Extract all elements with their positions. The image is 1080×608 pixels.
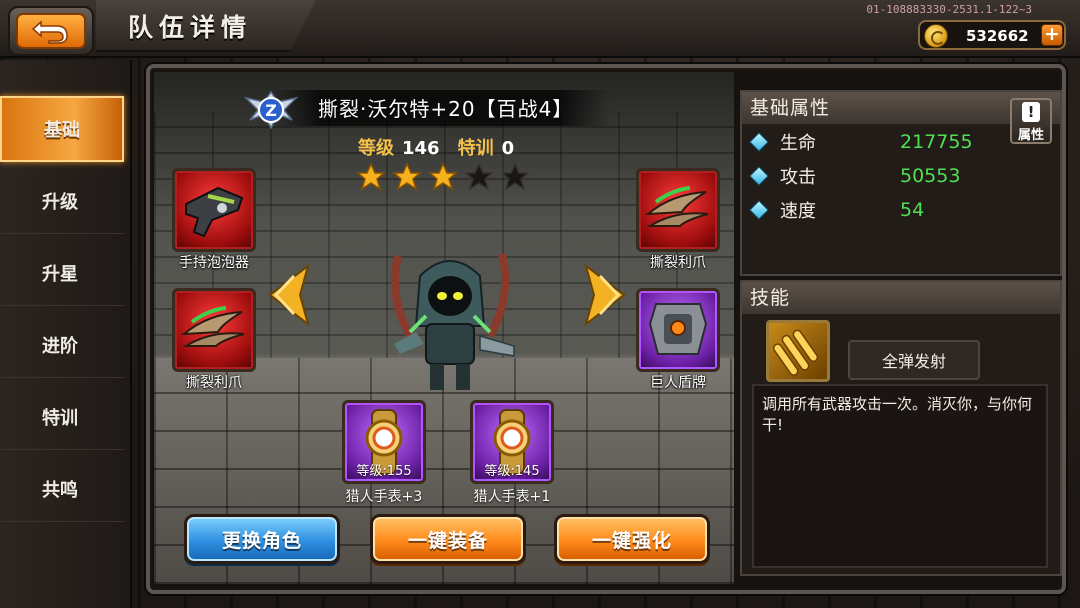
skill-title: 技能 [742, 282, 1060, 314]
coin-icon [924, 24, 948, 48]
star-empty-icon [500, 162, 530, 191]
claw-icon [181, 306, 245, 347]
sidebar-item-label: 共鸣 [42, 479, 78, 501]
training-label: 特训 [457, 138, 494, 159]
accessory-slot-2[interactable]: 等级:145 猎人手表+1 [470, 400, 554, 505]
claw-icon [645, 186, 709, 227]
back-button[interactable] [8, 6, 94, 56]
build-id: 01-108883330-2531.1-122~3 [866, 3, 1032, 16]
rank-badge-icon: Z [244, 90, 298, 130]
bullets-icon [772, 329, 819, 376]
change-role-button[interactable]: 更换角色 [184, 514, 340, 564]
sidebar-item-resonance[interactable]: 共鸣 [0, 456, 124, 522]
sidebar-item-label: 升星 [42, 263, 78, 285]
equip-label: 巨人盾牌 [650, 375, 706, 391]
gold-amount: 532662 [966, 27, 1029, 45]
skill-description-box: 调用所有武器攻击一次。消灭你，与你何干! [752, 384, 1048, 568]
skill-panel: 技能 全弹发射 调用所有武器攻击一次。消灭你，与你何干! [740, 280, 1062, 576]
equip-slot-right-bottom[interactable]: 巨人盾牌 [636, 288, 720, 391]
hero-character [390, 253, 515, 390]
stat-row-attack: 攻击 50553 [749, 162, 1052, 190]
equip-slot-left-top[interactable]: 手持泡泡器 [172, 168, 256, 271]
rank-letter: Z [265, 101, 277, 120]
accessory-label: 猎人手表+1 [473, 489, 551, 505]
next-hero-arrow-icon[interactable] [580, 264, 630, 326]
sidebar-item-label: 特训 [42, 407, 78, 429]
gold-counter: 532662 + [918, 20, 1066, 50]
diamond-bullet-icon [749, 166, 769, 186]
equip-label: 手持泡泡器 [179, 255, 249, 271]
sidebar-item-upgrade[interactable]: 升级 [0, 168, 124, 234]
diamond-bullet-icon [749, 200, 769, 220]
stat-row-hp: 生命 217755 [749, 128, 1052, 156]
bubble-gun-icon [185, 186, 244, 238]
sidebar-item-training[interactable]: 特训 [0, 384, 124, 450]
level-label: 等级 [358, 138, 394, 159]
sidebar-item-label: 进阶 [42, 335, 78, 357]
previous-hero-arrow-icon[interactable] [264, 264, 314, 326]
equip-label: 撕裂利爪 [186, 375, 242, 391]
star-filled-icon [356, 162, 386, 191]
sidebar-item-label: 升级 [42, 191, 78, 213]
equip-all-button[interactable]: 一键装备 [370, 514, 526, 564]
attributes-panel: 基础属性 ! 属性 生命 217755 攻击 50553 速度 54 [740, 90, 1062, 276]
equip-slot-left-bottom[interactable]: 撕裂利爪 [172, 288, 256, 391]
equip-label: 撕裂利爪 [650, 255, 706, 271]
stat-value: 217755 [900, 131, 973, 153]
back-arrow-icon [31, 20, 68, 44]
page-title: 队伍详情 [128, 13, 253, 42]
stat-name: 速度 [780, 201, 816, 222]
back-button-face[interactable] [16, 13, 86, 49]
sidebar-item-star-up[interactable]: 升星 [0, 240, 124, 306]
stat-value: 54 [900, 199, 925, 221]
hero-name: 撕裂·沃尔特+20【百战4】 [318, 97, 574, 121]
star-filled-icon [392, 162, 422, 191]
level-row: 等级 146 特训 0 [358, 134, 514, 160]
sidebar-item-advance[interactable]: 进阶 [0, 312, 124, 378]
accessory-level: 等级:145 [484, 464, 540, 479]
accessory-slot-1[interactable]: 等级:155 猎人手表+3 [342, 400, 426, 505]
level-value: 146 [402, 138, 440, 159]
stat-name: 生命 [780, 133, 816, 154]
training-value: 0 [501, 138, 515, 159]
add-gold-button[interactable]: + [1041, 24, 1063, 46]
stat-name: 攻击 [780, 167, 816, 188]
stat-row-speed: 速度 54 [749, 196, 1052, 224]
sidebar-item-basic[interactable]: 基础 [0, 96, 124, 162]
equip-slot-right-top[interactable]: 撕裂利爪 [636, 168, 720, 271]
diamond-bullet-icon [749, 132, 769, 152]
skill-icon-button[interactable] [766, 320, 830, 382]
giant-shield-icon [648, 303, 708, 355]
skill-description: 调用所有武器攻击一次。消灭你，与你何干! [762, 395, 1033, 434]
sidebar-item-label: 基础 [44, 120, 80, 141]
info-icon: ! [1022, 102, 1040, 122]
skill-name: 全弹发射 [848, 340, 980, 380]
star-filled-icon [428, 162, 458, 191]
star-empty-icon [464, 162, 494, 191]
accessory-level: 等级:155 [356, 464, 412, 479]
stat-value: 50553 [900, 165, 961, 187]
star-rating [356, 162, 530, 192]
sidebar: 基础 升级 升星 进阶 特训 共鸣 [0, 60, 132, 608]
enhance-all-button[interactable]: 一键强化 [554, 514, 710, 564]
accessory-label: 猎人手表+3 [345, 489, 423, 505]
